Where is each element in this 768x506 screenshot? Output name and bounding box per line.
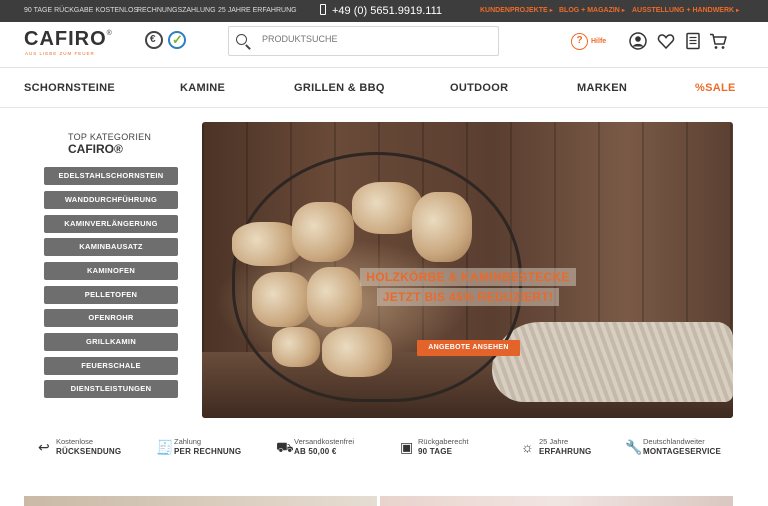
usp-value: PER RECHNUNG [174, 447, 242, 456]
link-blog[interactable]: BLOG + MAGAZIN ▸ [559, 7, 625, 14]
nav-schornsteine[interactable]: SCHORNSTEINE [24, 82, 115, 94]
nav-kamine[interactable]: KAMINE [180, 82, 225, 94]
sidebar-subtitle: CAFIRO® [68, 142, 123, 156]
teaser-image[interactable] [24, 496, 377, 506]
sidebar-title: TOP KATEGORIEN [68, 132, 152, 142]
logo-trademark: ® [106, 30, 112, 37]
link-label: BLOG + MAGAZIN [559, 7, 620, 14]
account-icon[interactable] [629, 32, 647, 50]
nav-grillen-bbq[interactable]: GRILLEN & BBQ [294, 82, 385, 94]
teaser-image[interactable] [380, 496, 733, 506]
category-kaminofen[interactable]: KAMINOFEN [44, 262, 178, 280]
box-icon: ▣ [400, 439, 414, 455]
nav-sale[interactable]: %SALE [695, 82, 736, 94]
caret-right-icon: ▸ [736, 8, 740, 14]
help-button[interactable]: ? Hilfe [571, 33, 606, 51]
usp-value: AB 50,00 € [294, 447, 337, 456]
help-icon: ? [571, 33, 588, 51]
link-kundenprojekte[interactable]: KUNDENPROJEKTE ▸ [480, 7, 553, 14]
topbar-usp-returns: 90 TAGE RÜCKGABE KOSTENLOS [24, 7, 139, 14]
link-label: AUSSTELLUNG + HANDWERK [632, 7, 735, 14]
nav-outdoor[interactable]: OUTDOOR [450, 82, 508, 94]
hero-banner[interactable]: HOLZKÖRBE & KAMINBESTECKE JETZT BIS 45% … [202, 122, 733, 418]
logo-tagline: AUS LIEBE ZUM FEUER [25, 51, 95, 56]
notepad-icon[interactable] [684, 32, 702, 50]
trust-seal-icon[interactable] [145, 31, 163, 49]
bulb-icon: ☼ [521, 439, 534, 455]
usp-label: 25 Jahre [539, 437, 569, 446]
search-bar [228, 26, 499, 56]
category-grillkamin[interactable]: GRILLKAMIN [44, 333, 178, 351]
topbar-usp-invoice: RECHNUNGSZAHLUNG [137, 7, 216, 14]
return-icon: ↩ [38, 439, 50, 455]
usp-value: ERFAHRUNG [539, 447, 592, 456]
search-icon[interactable] [236, 34, 247, 45]
category-kaminverlaengerung[interactable]: KAMINVERLÄNGERUNG [44, 215, 178, 233]
hero-line-2: JETZT BIS 45% REDUZIERT! [376, 288, 560, 306]
logo-text: CAFIRO [24, 28, 107, 50]
topbar-usp-experience: 25 JAHRE ERFAHRUNG [218, 7, 297, 14]
wishlist-icon[interactable] [657, 32, 675, 50]
header: CAFIRO® AUS LIEBE ZUM FEUER ?Hilfe [0, 22, 768, 68]
main-navigation: SCHORNSTEINE KAMINE GRILLEN & BBQ OUTDOO… [0, 68, 768, 108]
phone-text: +49 (0) 5651.9919.111 [332, 5, 442, 17]
caret-right-icon: ▸ [621, 8, 625, 14]
category-feuerschale[interactable]: FEUERSCHALE [44, 357, 178, 375]
link-label: KUNDENPROJEKTE [480, 7, 548, 14]
category-kaminbausatz[interactable]: KAMINBAUSATZ [44, 238, 178, 256]
usp-value: 90 TAGE [418, 447, 453, 456]
usp-label: Kostenlose [56, 437, 94, 446]
phone-number[interactable]: +49 (0) 5651.9919.111 [320, 4, 442, 17]
hero-line-1: HOLZKÖRBE & KAMINBESTECKE [360, 268, 576, 286]
cart-icon[interactable] [709, 32, 727, 50]
log-image [322, 327, 392, 377]
log-image [292, 202, 354, 262]
caret-right-icon: ▸ [549, 8, 553, 14]
usp-value: MONTAGESERVICE [643, 447, 722, 456]
category-pelletofen[interactable]: PELLETOFEN [44, 286, 178, 304]
usp-label: Versandkostenfrei [294, 437, 355, 446]
trusted-shops-icon[interactable] [168, 31, 186, 49]
help-label: Hilfe [591, 38, 607, 46]
link-ausstellung[interactable]: AUSSTELLUNG + HANDWERK ▸ [632, 7, 739, 14]
log-image [272, 327, 320, 367]
log-image [412, 192, 472, 262]
usp-label: Rückgaberecht [418, 437, 469, 446]
category-wanddurchfuehrung[interactable]: WANDDURCHFÜHRUNG [44, 191, 178, 209]
category-ofenrohr[interactable]: OFENROHR [44, 309, 178, 327]
invoice-icon: 🧾 [156, 439, 174, 455]
category-dienstleistungen[interactable]: DIENSTLEISTUNGEN [44, 380, 178, 398]
log-image [252, 272, 312, 327]
hero-blanket-image [492, 322, 733, 402]
hero-cta-button[interactable]: ANGEBOTE ANSEHEN [417, 340, 520, 356]
logo[interactable]: CAFIRO® AUS LIEBE ZUM FEUER [24, 28, 112, 56]
phone-icon [320, 4, 326, 15]
shipping-icon: ⛟ [276, 439, 294, 455]
category-edelstahlschornstein[interactable]: EDELSTAHLSCHORNSTEIN [44, 167, 178, 185]
usp-label: Deutschlandweiter [643, 437, 705, 446]
hero-headline: HOLZKÖRBE & KAMINBESTECKE JETZT BIS 45% … [354, 268, 582, 308]
usp-value: RÜCKSENDUNG [56, 447, 122, 456]
top-bar: 90 TAGE RÜCKGABE KOSTENLOS RECHNUNGSZAHL… [0, 0, 768, 22]
search-input[interactable] [262, 34, 492, 44]
nav-marken[interactable]: MARKEN [577, 82, 627, 94]
usp-label: Zahlung [174, 437, 202, 446]
wrench-icon: 🔧 [625, 439, 643, 455]
